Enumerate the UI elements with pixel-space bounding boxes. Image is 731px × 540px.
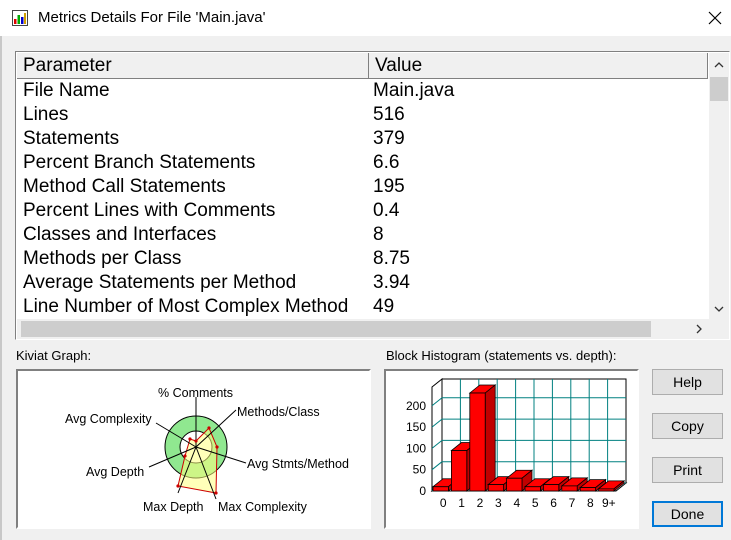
table-row[interactable]: Average Statements per Method 3.94: [17, 271, 708, 295]
cell-parameter: Lines: [23, 104, 69, 125]
cell-value: 8.75: [373, 248, 410, 269]
table-row[interactable]: Methods per Class 8.75: [17, 247, 708, 271]
cell-parameter: Percent Lines with Comments: [23, 200, 276, 221]
help-button[interactable]: Help: [652, 369, 723, 395]
bar: [451, 450, 468, 492]
kiviat-axis-label: Max Complexity: [218, 500, 308, 514]
kiviat-axis-label: Avg Complexity: [65, 412, 152, 426]
x-tick-label: 6: [550, 496, 557, 510]
close-icon: [708, 11, 721, 25]
kiviat-graph-panel: % Comments Methods/Class Avg Stmts/Metho…: [16, 369, 371, 529]
y-tick-label: 0: [419, 484, 426, 498]
bar: [524, 486, 541, 492]
bar: [506, 477, 523, 492]
histogram-label: Block Histogram (statements vs. depth):: [386, 348, 617, 363]
bar: [579, 487, 596, 492]
scroll-down-arrow[interactable]: [709, 299, 729, 319]
kiviat-axis-label: Avg Depth: [86, 465, 144, 479]
cell-value: 3.94: [373, 272, 410, 293]
table-row[interactable]: Percent Lines with Comments 0.4: [17, 199, 708, 223]
y-tick-label: 100: [406, 441, 426, 455]
cell-parameter: Methods per Class: [23, 248, 182, 269]
x-tick-label: 8: [587, 496, 594, 510]
table-row[interactable]: File Name Main.java: [17, 79, 708, 103]
table-row[interactable]: Line Number of Most Complex Method 49: [17, 295, 708, 319]
cell-value: 0.4: [373, 200, 400, 221]
window-left-border: [0, 36, 2, 540]
cell-value: 379: [373, 128, 405, 149]
column-header-value[interactable]: Value: [369, 53, 708, 79]
cell-value: 516: [373, 104, 405, 125]
bar: [561, 485, 578, 492]
cell-value: 195: [373, 176, 405, 197]
horizontal-scroll-thumb[interactable]: [21, 321, 651, 337]
table-row[interactable]: Percent Branch Statements 6.6: [17, 151, 708, 175]
table-header: Parameter Value: [17, 53, 708, 79]
kiviat-axis-label: % Comments: [158, 386, 233, 400]
cell-parameter: File Name: [23, 80, 110, 101]
window-title: Metrics Details For File 'Main.java': [38, 9, 266, 26]
cell-parameter: Average Statements per Method: [23, 272, 297, 293]
y-tick-label: 150: [406, 420, 426, 434]
chevron-right-icon: [696, 324, 702, 334]
x-tick-label: 0: [440, 496, 447, 510]
x-tick-label: 5: [532, 496, 539, 510]
done-button[interactable]: Done: [652, 501, 723, 527]
metrics-window-icon: [12, 10, 28, 26]
bar: [487, 484, 504, 492]
copy-button[interactable]: Copy: [652, 413, 723, 439]
cell-parameter: Percent Branch Statements: [23, 152, 256, 173]
vertical-scrollbar[interactable]: [709, 53, 729, 319]
cell-value: Main.java: [373, 80, 455, 101]
table-row[interactable]: Statements 379: [17, 127, 708, 151]
scroll-right-arrow[interactable]: [689, 319, 709, 339]
y-tick-label: 50: [413, 463, 427, 477]
title-bar: Metrics Details For File 'Main.java': [0, 0, 731, 36]
chevron-down-icon: [714, 306, 724, 312]
bar: [469, 392, 486, 492]
bar: [598, 488, 615, 492]
block-histogram-chart: 0501001502000 1 2 3 4 5 6 7 8 9+: [406, 377, 628, 510]
table-body: File Name Main.java Lines 516 Statements 379 P…: [17, 79, 708, 319]
x-tick-label: 3: [495, 496, 502, 510]
table-row[interactable]: Lines 516: [17, 103, 708, 127]
table-row[interactable]: Classes and Interfaces 8: [17, 223, 708, 247]
x-tick-label: 7: [569, 496, 576, 510]
cell-parameter: Statements: [23, 128, 120, 149]
chevron-up-icon: [714, 62, 724, 68]
bar: [432, 486, 449, 492]
table-row[interactable]: Method Call Statements 195: [17, 175, 708, 199]
x-tick-label: 9+: [602, 496, 616, 510]
kiviat-graph-label: Kiviat Graph:: [16, 348, 92, 363]
kiviat-axis-label: Max Depth: [143, 500, 203, 514]
kiviat-graph: % Comments Methods/Class Avg Stmts/Metho…: [65, 386, 349, 514]
scroll-up-arrow[interactable]: [709, 55, 729, 75]
bar-side: [484, 384, 496, 492]
bar: [542, 484, 560, 492]
cell-value: 6.6: [373, 152, 400, 173]
metrics-table: Parameter Value File Name Main.java Lines 5…: [15, 51, 730, 340]
x-tick-label: 2: [477, 496, 484, 510]
print-button[interactable]: Print: [652, 457, 723, 483]
close-button[interactable]: [698, 3, 731, 33]
x-tick-label: 4: [513, 496, 520, 510]
plot-side-wall: [431, 377, 443, 493]
y-tick-label: 200: [406, 399, 426, 413]
column-header-parameter[interactable]: Parameter: [17, 53, 369, 79]
cell-parameter: Method Call Statements: [23, 176, 226, 197]
scrollbar-corner: [709, 319, 729, 339]
cell-value: 8: [373, 224, 384, 245]
cell-parameter: Classes and Interfaces: [23, 224, 217, 245]
vertical-scroll-thumb[interactable]: [710, 77, 728, 101]
horizontal-scrollbar[interactable]: [17, 319, 709, 339]
kiviat-axis-label: Methods/Class: [237, 405, 320, 419]
kiviat-axis-label: Avg Stmts/Method: [247, 457, 349, 471]
cell-parameter: Line Number of Most Complex Method: [23, 296, 349, 317]
cell-value: 49: [373, 296, 395, 317]
x-tick-label: 1: [458, 496, 465, 510]
histogram-panel: 0 50 100 150 200 0 1 2 3 4 5 6 7 8 9+: [384, 369, 639, 529]
